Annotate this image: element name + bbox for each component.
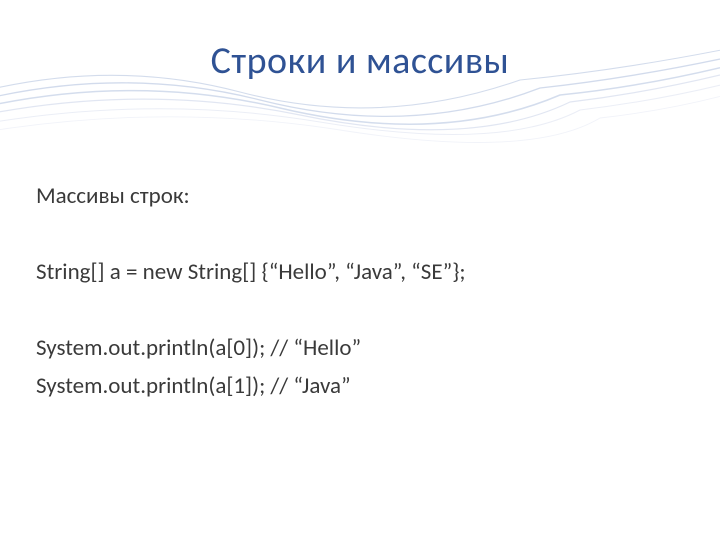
- text-line-declaration: String[] a = new String[] {“Hello”, “Jav…: [36, 254, 684, 292]
- text-line-print-0: System.out.println(a[0]); // “Hello”: [36, 330, 684, 368]
- slide-title: Строки и массивы: [0, 38, 720, 84]
- text-line-intro: Массивы строк:: [36, 178, 684, 216]
- decorative-wisps: [0, 0, 720, 170]
- slide-content: Массивы строк: String[] a = new String[]…: [36, 178, 684, 406]
- text-line-print-1: System.out.println(a[1]); // “Java”: [36, 368, 684, 406]
